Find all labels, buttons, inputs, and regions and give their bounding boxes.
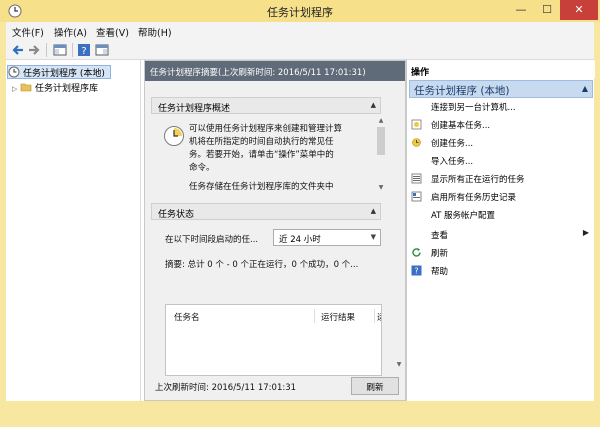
menu-help[interactable]: 帮助(H) — [138, 25, 172, 39]
time-range-value: 近 24 小时 — [279, 235, 321, 245]
task-status-section-title: 任务状态 — [158, 210, 195, 220]
actions-pane-title: 操作 — [407, 60, 595, 78]
action-help[interactable]: ? 帮助 — [409, 264, 593, 279]
show-pane-icon[interactable] — [94, 42, 110, 58]
toolbar: ? — [6, 40, 594, 60]
create-task-icon — [412, 138, 421, 147]
action-enable-task-history[interactable]: 启用所有任务历史记录 — [409, 190, 593, 205]
collapse-icon[interactable]: ▲ — [371, 207, 376, 215]
action-label: 帮助 — [431, 267, 449, 277]
menu-bar: 文件(F) 操作(A) 查看(V) 帮助(H) — [6, 22, 594, 40]
running-tasks-icon — [411, 173, 422, 184]
menu-file[interactable]: 文件(F) — [12, 25, 44, 39]
menu-action[interactable]: 操作(A) — [54, 25, 87, 39]
scroll-down-icon[interactable]: ▼ — [394, 361, 404, 368]
scroll-down-icon[interactable]: ▼ — [376, 184, 386, 191]
action-create-task[interactable]: 创建任务... — [409, 136, 593, 151]
create-basic-task-icon — [411, 119, 422, 130]
expand-icon[interactable]: ▷ — [12, 85, 20, 93]
forward-icon[interactable] — [26, 42, 42, 58]
summary-header: 任务计划程序摘要(上次刷新时间: 2016/5/11 17:01:31) — [145, 61, 405, 81]
overview-line: 机将在所指定的时间自动执行的常见任 — [189, 137, 334, 147]
action-refresh[interactable]: 刷新 — [409, 246, 593, 261]
refresh-button[interactable]: 刷新 — [351, 377, 399, 395]
folder-icon — [20, 83, 32, 92]
status-summary: 摘要: 总计 0 个 - 0 个正在运行，0 个成功，0 个... — [165, 260, 359, 270]
action-connect-computer[interactable]: 连接到另一台计算机... — [409, 100, 593, 115]
task-status-grid[interactable]: 任务名 运行结果 运 — [165, 304, 382, 376]
tree-item-label: 任务计划程序 (本地) — [23, 69, 105, 79]
action-label: AT 服务帐户配置 — [431, 211, 496, 221]
back-icon[interactable] — [10, 42, 26, 58]
clock-icon — [8, 66, 20, 78]
help-icon[interactable]: ? — [76, 42, 92, 58]
overview-line: 命令。 — [189, 163, 215, 173]
last-refresh-time: 上次刷新时间: 2016/5/11 17:01:31 — [155, 383, 297, 393]
status-filter-label: 在以下时间段启动的任... — [165, 235, 259, 245]
action-label: 启用所有任务历史记录 — [431, 193, 517, 203]
actions-pane: 操作 任务计划程序 (本地) ▲ 连接到另一台计算机... 创建基本任务... — [406, 60, 595, 401]
column-header-task-name[interactable]: 任务名 — [174, 311, 200, 323]
title-bar: 任务计划程序 — ☐ ✕ — [0, 0, 600, 22]
console-tree-icon[interactable] — [52, 42, 68, 58]
task-scheduler-clock-icon — [164, 126, 184, 146]
action-label: 查看 — [431, 231, 449, 241]
action-label: 刷新 — [431, 249, 449, 259]
console-tree: 任务计划程序 (本地) ▷ 任务计划程序库 — [6, 60, 141, 401]
summary-scrollbar[interactable]: ▼ — [394, 200, 404, 368]
overview-section-title: 任务计划程序概述 — [158, 104, 231, 114]
toolbar-separator — [46, 43, 47, 57]
action-at-service-account[interactable]: AT 服务帐户配置 — [409, 208, 593, 223]
action-label: 导入任务... — [431, 157, 474, 167]
tree-item-label: 任务计划程序库 — [35, 84, 99, 94]
action-label: 创建任务... — [431, 139, 474, 149]
action-view[interactable]: 查看 ▶ — [409, 228, 593, 243]
collapse-icon[interactable]: ▲ — [371, 101, 376, 109]
time-range-dropdown[interactable]: 近 24 小时 ▼ — [273, 229, 381, 246]
action-label: 连接到另一台计算机... — [431, 103, 516, 113]
task-status-section-header[interactable]: 任务状态 ▲ — [151, 203, 381, 220]
collapse-icon[interactable]: ▲ — [582, 84, 588, 93]
action-label: 创建基本任务... — [431, 121, 491, 131]
column-header-run-result[interactable]: 运行结果 — [321, 311, 355, 323]
overview-text: 可以使用任务计划程序来创建和管理计算 机将在所指定的时间自动执行的常见任 务。若… — [189, 123, 369, 191]
chevron-down-icon[interactable]: ▼ — [371, 233, 376, 241]
overview-line: 任务存储在任务计划程序库的文件夹中 — [189, 182, 334, 191]
submenu-arrow-icon: ▶ — [582, 228, 589, 237]
svg-text:?: ? — [414, 267, 418, 276]
overview-line: 可以使用任务计划程序来创建和管理计算 — [189, 124, 343, 134]
menu-view[interactable]: 查看(V) — [96, 25, 129, 39]
overview-scrollbar[interactable]: ▲ ▼ — [376, 117, 386, 191]
summary-pane: 任务计划程序摘要(上次刷新时间: 2016/5/11 17:01:31) 任务计… — [144, 60, 406, 401]
overview-line: 务。若要开始，请单击“操作”菜单中的 — [189, 150, 334, 160]
action-import-task[interactable]: 导入任务... — [409, 154, 593, 169]
help-icon: ? — [411, 265, 422, 276]
actions-group-header[interactable]: 任务计划程序 (本地) ▲ — [409, 80, 593, 98]
overview-section-header[interactable]: 任务计划程序概述 ▲ — [151, 97, 381, 114]
actions-group-title: 任务计划程序 (本地) — [414, 85, 510, 97]
svg-text:?: ? — [81, 46, 86, 57]
scrollbar-thumb[interactable] — [377, 127, 385, 155]
toolbar-separator — [72, 43, 73, 57]
window-bottom-border — [0, 401, 600, 427]
client-area: 任务计划程序 (本地) ▷ 任务计划程序库 任务计划程序摘要(上次刷新时间: 2… — [6, 60, 595, 401]
history-icon — [411, 191, 422, 202]
task-scheduler-window: 任务计划程序 — ☐ ✕ 文件(F) 操作(A) 查看(V) 帮助(H) ? 任… — [0, 0, 600, 427]
action-label: 显示所有正在运行的任务 — [431, 175, 525, 185]
close-button[interactable]: ✕ — [560, 0, 598, 20]
tree-item-task-scheduler-local[interactable]: 任务计划程序 (本地) — [7, 65, 111, 79]
overview-content: 可以使用任务计划程序来创建和管理计算 机将在所指定的时间自动执行的常见任 务。若… — [151, 117, 381, 191]
tree-item-task-scheduler-library[interactable]: ▷ 任务计划程序库 — [12, 81, 140, 95]
maximize-button[interactable]: ☐ — [534, 0, 560, 20]
column-separator[interactable] — [314, 309, 315, 323]
column-header-run-partial[interactable]: 运 — [377, 311, 381, 323]
refresh-icon — [412, 248, 421, 257]
action-display-running-tasks[interactable]: 显示所有正在运行的任务 — [409, 172, 593, 187]
minimize-button[interactable]: — — [508, 0, 534, 20]
column-separator[interactable] — [374, 309, 375, 323]
scroll-up-icon[interactable]: ▲ — [376, 117, 386, 124]
action-create-basic-task[interactable]: 创建基本任务... — [409, 118, 593, 133]
